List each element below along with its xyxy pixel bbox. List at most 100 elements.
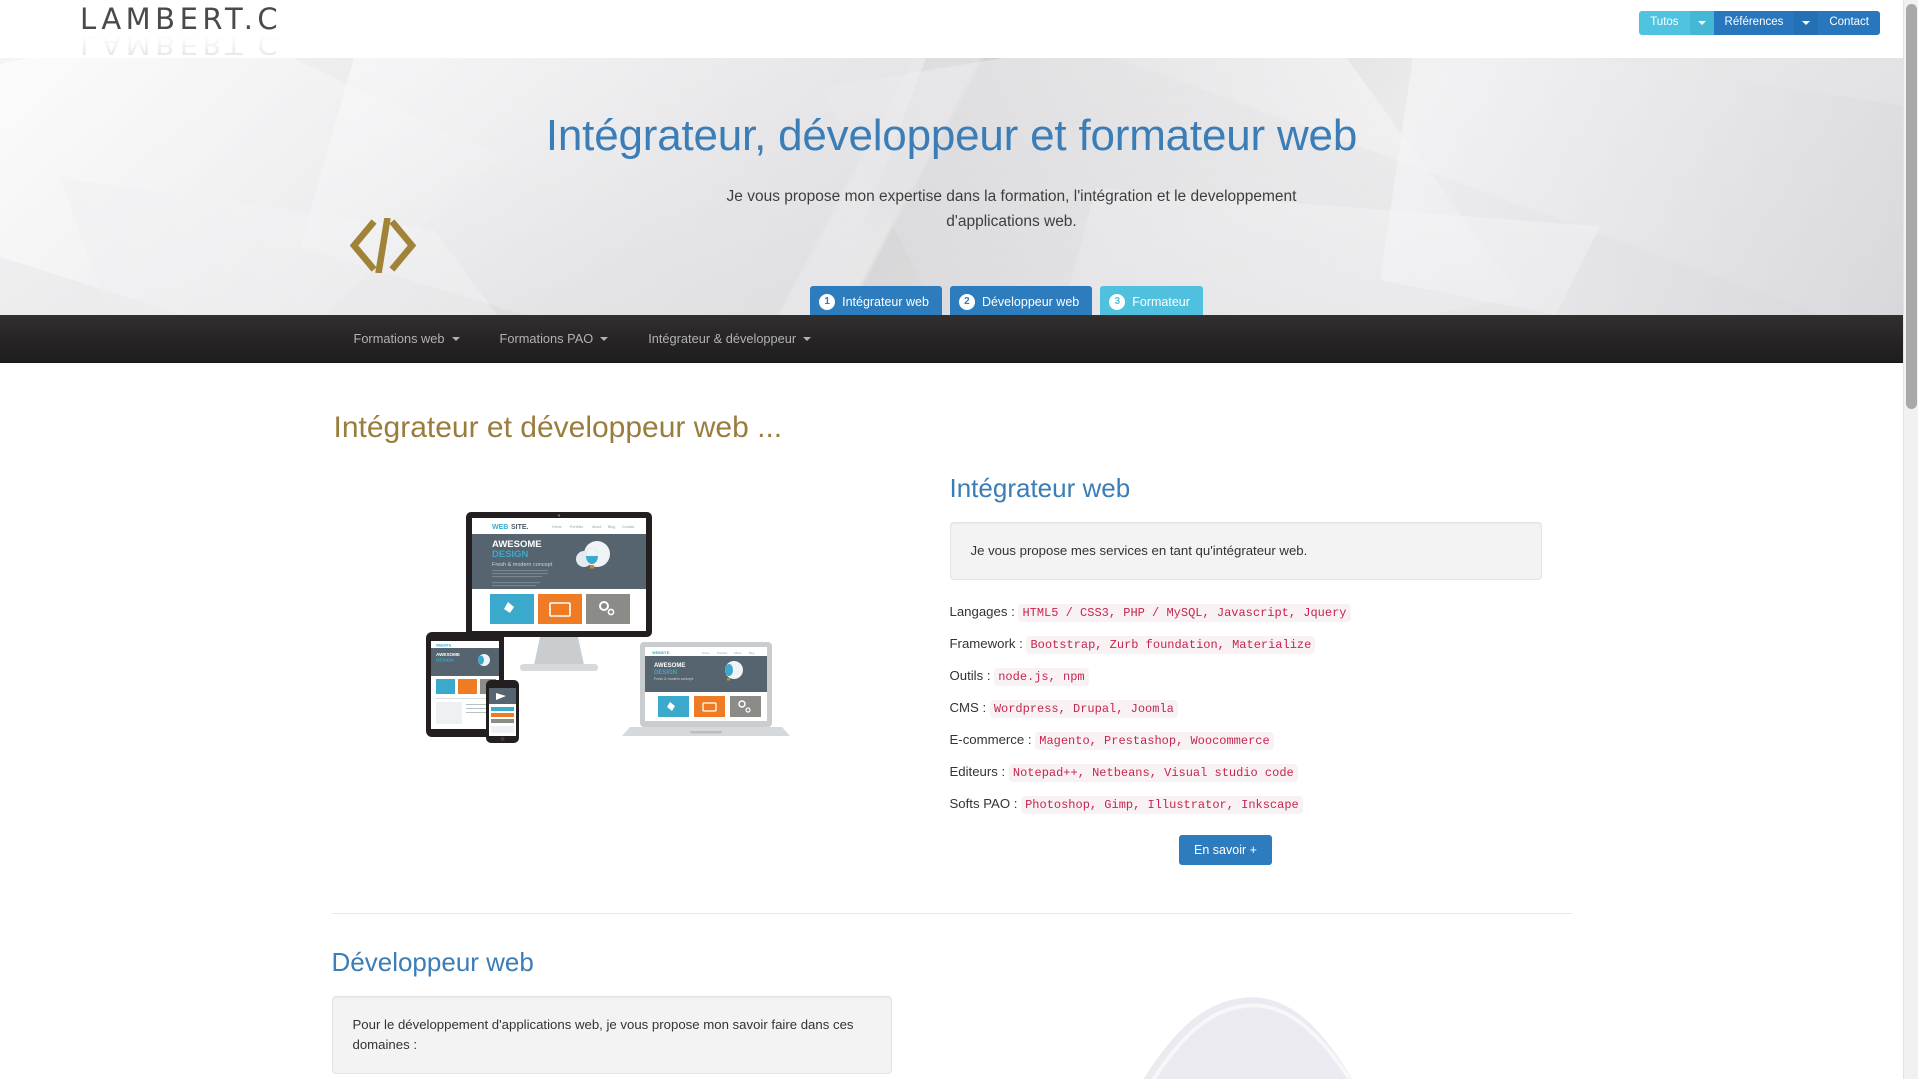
- section-title-integrateur: Intégrateur web: [949, 473, 1131, 503]
- mockup-image-column: WEB SITE. Home Portfolio About Blog Contact…: [332, 474, 892, 752]
- spec-value: node.js, npm: [994, 667, 1089, 686]
- svg-text:AWESOME: AWESOME: [436, 652, 460, 657]
- topnav-item-tutos[interactable]: Tutos: [1639, 11, 1690, 35]
- logo-text: LAMBERT.C: [80, 2, 283, 36]
- svg-text:WEBSITE.: WEBSITE.: [652, 651, 670, 655]
- navitem-label: Formations web: [353, 331, 445, 346]
- svg-text:Fresh & modern concept: Fresh & modern concept: [492, 562, 553, 568]
- integrateur-cta-wrap: En savoir +: [950, 834, 1542, 866]
- spec-value: Photoshop, Gimp, Illustrator, Inkscape: [1021, 795, 1303, 814]
- topnav-item-references[interactable]: Références: [1713, 11, 1795, 35]
- svg-text:Portfolio: Portfolio: [717, 651, 728, 655]
- scrollbar-thumb[interactable]: [1906, 4, 1917, 409]
- spec-label: Softs PAO :: [949, 795, 1018, 811]
- hero-badge-group: 1 Intégrateur web 2 Développeur web 3 Fo…: [0, 286, 1903, 315]
- svg-text:Fresh & modern concept: Fresh & modern concept: [654, 677, 693, 681]
- spec-label: Editeurs :: [949, 763, 1006, 779]
- responsive-devices-mockup: WEB SITE. Home Portfolio About Blog Contact…: [425, 512, 790, 743]
- hero-banner: Intégrateur, développeur et formateur we…: [0, 58, 1903, 315]
- spec-row: Editeurs : Notepad++, Netbeans, Visual s…: [950, 762, 1542, 783]
- integrateur-well: Je vous propose mes services en tant qu'…: [949, 521, 1542, 580]
- hero-badge-integrateur[interactable]: 1 Intégrateur web: [810, 286, 942, 315]
- developpeur-text-column: Développeur web Pour le développement d'…: [331, 947, 892, 1075]
- badge-number: 2: [958, 294, 975, 310]
- en-savoir-plus-button[interactable]: En savoir +: [1179, 834, 1272, 866]
- spec-row: Softs PAO : Photoshop, Gimp, Illustrator…: [950, 794, 1542, 815]
- chevron-down-icon: [600, 336, 609, 341]
- svg-text:SITE.: SITE.: [511, 524, 529, 531]
- svg-text:About: About: [592, 525, 601, 529]
- spec-row: Langages : HTML5 / CSS3, PHP / MySQL, Ja…: [950, 602, 1542, 623]
- topnav-references-dropdown-toggle[interactable]: [1794, 11, 1819, 35]
- developpeur-well-text: Pour le développement d'applications web…: [352, 1017, 854, 1053]
- page-scrollbar[interactable]: [1903, 0, 1918, 1079]
- section-divider: [331, 913, 1572, 915]
- svg-text:Blog: Blog: [608, 525, 615, 529]
- spec-value: HTML5 / CSS3, PHP / MySQL, Javascript, J…: [1018, 603, 1351, 622]
- site-logo[interactable]: LAMBERT.C LAMBERT.C: [80, 2, 380, 60]
- spec-value: Wordpress, Drupal, Joomla: [989, 699, 1178, 718]
- developpeur-illustration-column: [892, 948, 1572, 1079]
- badge-label: Intégrateur web: [842, 294, 929, 309]
- navitem-integrateur-developpeur[interactable]: Intégrateur & développeur: [628, 315, 831, 362]
- topnav-tutos-dropdown-toggle[interactable]: [1689, 11, 1714, 35]
- developpeur-well: Pour le développement d'applications web…: [331, 996, 892, 1075]
- spec-label: CMS :: [949, 699, 987, 715]
- main-content: Intégrateur et développeur web ... WEB S…: [312, 411, 1592, 1079]
- chevron-down-icon: [803, 336, 812, 341]
- spec-row: Outils : node.js, npm: [950, 666, 1542, 687]
- svg-text:AWESOME: AWESOME: [654, 663, 685, 669]
- badge-number: 3: [1109, 294, 1126, 310]
- integrateur-section: WEB SITE. Home Portfolio About Blog Contact…: [332, 473, 1572, 866]
- developpeur-section: Développeur web Pour le développement d'…: [331, 947, 1572, 1079]
- spec-row: E-commerce : Magento, Prestashop, Woocom…: [950, 730, 1542, 751]
- navitem-formations-web[interactable]: Formations web: [334, 315, 480, 362]
- spec-value: Notepad++, Netbeans, Visual studio code: [1008, 763, 1298, 782]
- svg-text:Blog: Blog: [749, 651, 755, 655]
- page-title: Intégrateur et développeur web ...: [333, 411, 783, 444]
- hero-badge-formateur[interactable]: 3 Formateur: [1100, 286, 1203, 315]
- hill-illustration: [1143, 997, 1352, 1079]
- spec-value: Magento, Prestashop, Woocommerce: [1035, 731, 1274, 750]
- integrateur-well-text: Je vous propose mes services en tant qu'…: [970, 542, 1308, 558]
- code-brackets-icon: [348, 217, 418, 274]
- spec-label: Outils :: [949, 667, 991, 683]
- hero-title: Intégrateur, développeur et formateur we…: [545, 111, 1358, 160]
- svg-text:DESIGN: DESIGN: [492, 549, 529, 560]
- navitem-label: Intégrateur & développeur: [648, 331, 797, 346]
- topnav-item-contact[interactable]: Contact: [1818, 11, 1880, 35]
- chevron-down-icon: [451, 336, 460, 341]
- hero-subtitle: Je vous propose mon expertise dans la fo…: [726, 188, 1297, 231]
- svg-text:WEBSITE.: WEBSITE.: [436, 644, 452, 648]
- logo-reflection: LAMBERT.C: [80, 29, 283, 60]
- spec-label: Langages :: [949, 603, 1015, 619]
- svg-text:Home: Home: [702, 651, 710, 655]
- page-viewport: LAMBERT.C LAMBERT.C Tutos Références Con…: [0, 0, 1903, 1079]
- svg-text:Contact: Contact: [622, 525, 634, 529]
- spec-row: Framework : Bootstrap, Zurb foundation, …: [950, 634, 1542, 655]
- spec-row: CMS : Wordpress, Drupal, Joomla: [950, 698, 1542, 719]
- browser-page: LAMBERT.C LAMBERT.C Tutos Références Con…: [0, 0, 1918, 1079]
- spec-label: Framework :: [949, 635, 1023, 651]
- integrateur-text-column: Intégrateur web Je vous propose mes serv…: [892, 473, 1572, 866]
- badge-label: Formateur: [1132, 294, 1190, 309]
- chevron-down-icon: [1697, 21, 1706, 25]
- main-navigation: Formations web Formations PAO Intégrateu…: [0, 315, 1903, 363]
- top-navigation: Tutos Références Contact: [1639, 11, 1880, 35]
- badge-label: Développeur web: [981, 294, 1080, 309]
- svg-text:About: About: [734, 651, 742, 655]
- svg-text:Home: Home: [552, 525, 562, 529]
- navitem-formations-pao[interactable]: Formations PAO: [480, 315, 629, 362]
- spec-value: Bootstrap, Zurb foundation, Materialize: [1026, 635, 1316, 654]
- hero-badge-developpeur[interactable]: 2 Développeur web: [949, 286, 1093, 315]
- navitem-label: Formations PAO: [499, 331, 594, 346]
- svg-text:WEB: WEB: [492, 524, 508, 531]
- hero-content: Intégrateur, développeur et formateur we…: [312, 58, 1592, 234]
- badge-number: 1: [819, 294, 836, 310]
- svg-text:DESIGN: DESIGN: [436, 658, 454, 663]
- integrateur-spec-list: Langages : HTML5 / CSS3, PHP / MySQL, Ja…: [950, 602, 1542, 815]
- chevron-down-icon: [1802, 21, 1811, 25]
- spec-label: E-commerce :: [949, 731, 1032, 747]
- section-title-developpeur: Développeur web: [331, 947, 534, 978]
- site-header: LAMBERT.C LAMBERT.C Tutos Références Con…: [0, 0, 1903, 60]
